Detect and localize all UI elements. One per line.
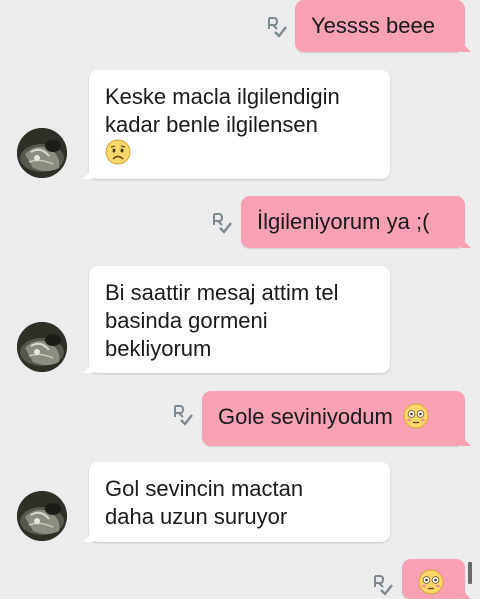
message-text-line: basinda gormeni <box>105 308 268 333</box>
flushed-face-emoji <box>418 569 444 595</box>
message-text: İlgileniyorum ya ;( <box>257 209 430 234</box>
contact-avatar[interactable] <box>17 322 67 372</box>
outgoing-message[interactable]: Gole seviniyodum <box>202 391 471 446</box>
flushed-face-emoji <box>403 403 429 429</box>
chat-thread[interactable]: Yessss beee Keske macla ilgilendigin kad… <box>0 0 480 599</box>
read-receipt-icon <box>172 404 194 428</box>
read-receipt-icon <box>266 16 288 40</box>
outgoing-message[interactable]: Yessss beee <box>295 0 471 52</box>
scrollbar[interactable] <box>468 562 472 584</box>
read-receipt-icon <box>211 212 233 236</box>
incoming-message[interactable]: Gol sevincin mactan daha uzun suruyor <box>83 462 390 542</box>
message-text-line: Gol sevincin mactan <box>105 476 304 501</box>
outgoing-message[interactable]: İlgileniyorum ya ;( <box>241 196 471 248</box>
contact-avatar[interactable] <box>17 491 67 541</box>
message-text-line: bekliyorum <box>105 336 212 361</box>
message-text-line: kadar benle ilgilensen <box>105 112 318 137</box>
message-text: Yessss beee <box>311 13 435 38</box>
message-text-line: Bi saattir mesaj attim tel <box>105 280 339 305</box>
incoming-message[interactable]: Keske macla ilgilendigin kadar benle ilg… <box>83 70 390 179</box>
message-text-line: daha uzun suruyor <box>105 504 288 529</box>
contact-avatar[interactable] <box>17 128 67 178</box>
incoming-message[interactable]: Bi saattir mesaj attim tel basinda gorme… <box>83 266 390 373</box>
read-receipt-icon <box>372 574 394 598</box>
message-text: Gole seviniyodum <box>218 404 393 429</box>
message-text-line: Keske macla ilgilendigin <box>105 84 340 109</box>
worried-face-emoji <box>105 139 131 165</box>
outgoing-message[interactable] <box>402 559 471 599</box>
